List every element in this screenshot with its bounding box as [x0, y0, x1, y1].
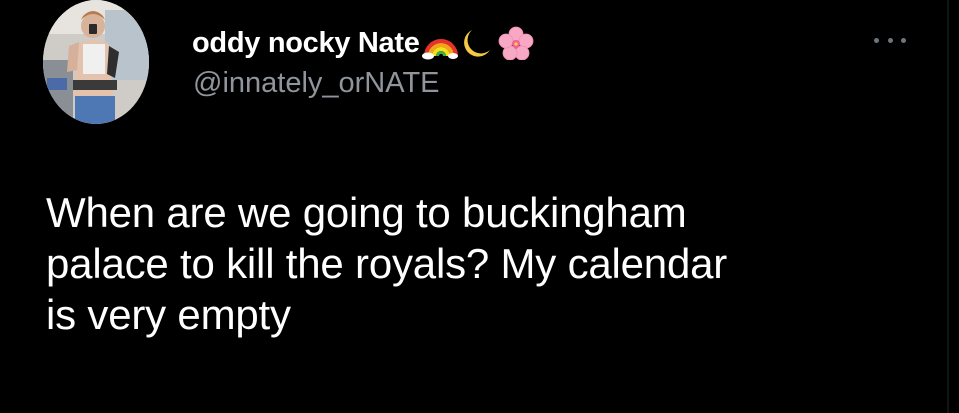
more-dot [901, 37, 906, 43]
tweet-text-line: When are we going to buckingham [46, 189, 687, 236]
tweet-text: When are we going to buckingham palace t… [46, 187, 926, 340]
display-name[interactable]: oddy nocky Nate [192, 27, 420, 60]
tweet-card: oddy nocky Nate @innately_orNATE When ar… [0, 0, 959, 413]
author-name-row[interactable]: oddy nocky Nate [192, 26, 534, 60]
crescent-moon-emoji-icon [460, 26, 496, 60]
tweet-text-line: palace to kill the royals? My calendar [46, 240, 728, 287]
cherry-blossom-emoji-icon [498, 26, 534, 60]
divider [947, 0, 949, 413]
rainbow-emoji-icon [421, 26, 458, 60]
tweet-text-line: is very empty [46, 291, 291, 338]
author-handle[interactable]: @innately_orNATE [193, 67, 440, 100]
profile-photo-icon [43, 0, 149, 124]
more-dot [887, 37, 893, 43]
more-dot [874, 37, 879, 43]
more-options-icon[interactable] [874, 35, 906, 45]
avatar[interactable] [43, 0, 149, 124]
